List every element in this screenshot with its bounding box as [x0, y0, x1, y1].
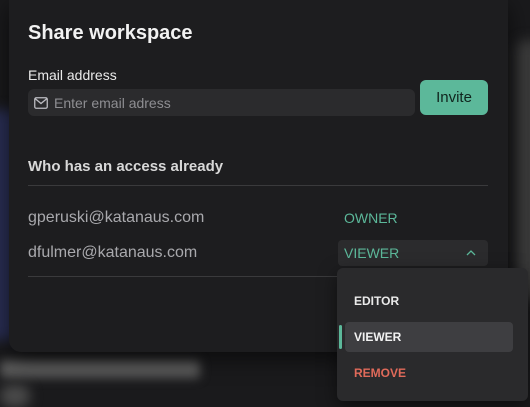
- email-input[interactable]: [54, 94, 394, 111]
- dropdown-option-editor[interactable]: EDITOR: [345, 286, 513, 316]
- member-row: dfulmer@katanaus.com VIEWER: [28, 240, 488, 266]
- role-select-value: VIEWER: [344, 245, 400, 261]
- member-row: gperuski@katanaus.com OWNER: [28, 205, 488, 231]
- email-label: Email address: [28, 67, 117, 83]
- email-field[interactable]: [28, 89, 415, 116]
- member-email: dfulmer@katanaus.com: [28, 244, 198, 261]
- divider: [28, 185, 488, 186]
- role-select[interactable]: VIEWER: [338, 240, 488, 266]
- role-label: OWNER: [344, 210, 398, 226]
- background-blur: [516, 40, 530, 300]
- section-title: Who has an access already: [28, 158, 224, 175]
- invite-button[interactable]: Invite: [420, 80, 488, 115]
- mail-icon: [34, 96, 48, 109]
- chevron-up-icon: [466, 250, 476, 256]
- background-blur: [0, 360, 200, 378]
- dropdown-option-remove[interactable]: REMOVE: [345, 358, 513, 388]
- background-blur: [0, 385, 30, 407]
- modal-title: Share workspace: [28, 22, 193, 44]
- dropdown-option-viewer[interactable]: VIEWER: [345, 322, 513, 352]
- selected-indicator: [339, 325, 342, 349]
- role-dropdown-menu: EDITOR VIEWER REMOVE: [337, 268, 528, 401]
- member-email: gperuski@katanaus.com: [28, 209, 205, 226]
